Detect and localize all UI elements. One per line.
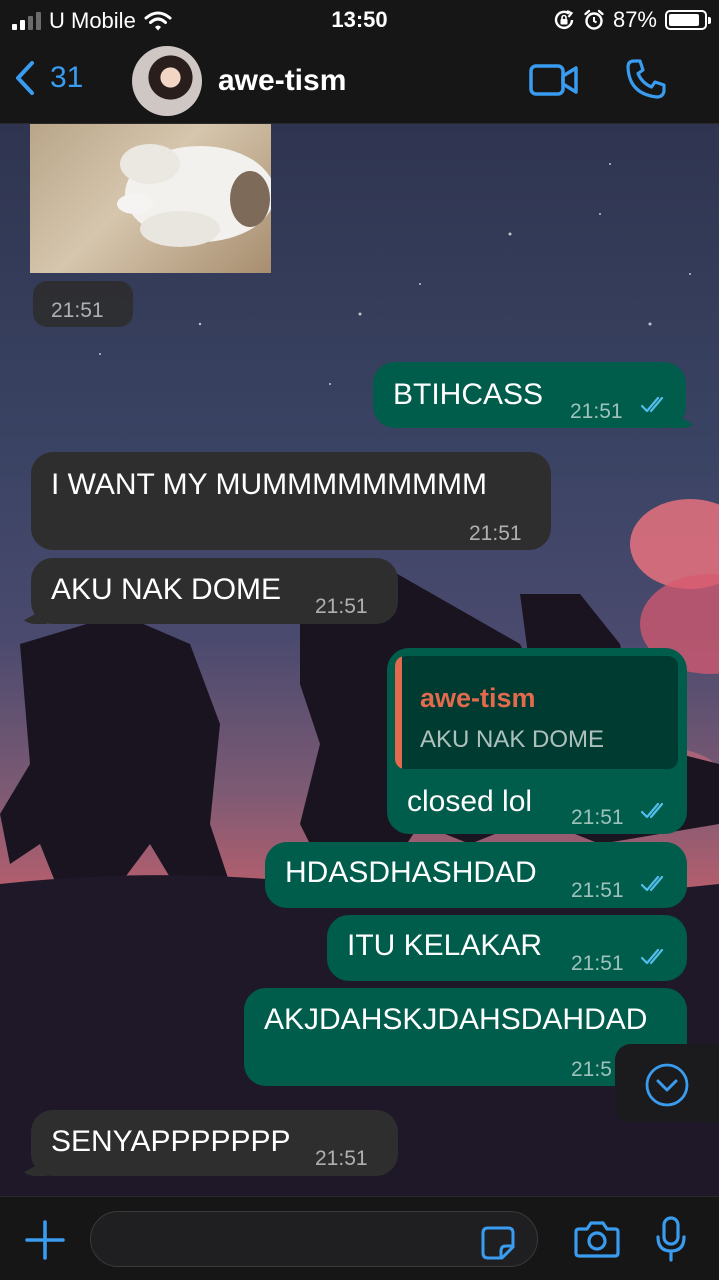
microphone-icon[interactable] (654, 1215, 688, 1263)
read-receipt-icon (640, 802, 664, 819)
message-bubble-outgoing[interactable]: BTIHCASS 21:51 (373, 362, 700, 428)
phone-icon[interactable] (625, 58, 667, 100)
sticker-icon[interactable] (480, 1225, 516, 1261)
message-text: HDASDHASHDAD (285, 856, 537, 889)
quote-author: awe-tism (420, 683, 536, 713)
image-message[interactable] (30, 124, 271, 273)
message-bubble-outgoing[interactable]: ITU KELAKAR 21:51 (327, 915, 687, 981)
rotation-lock-icon (554, 10, 574, 29)
image-timestamp-bubble: 21:51 (33, 281, 133, 327)
chevron-down-icon (645, 1063, 689, 1107)
message-bubble-incoming[interactable]: AKU NAK DOME 21:51 (17, 558, 398, 624)
quote-text: AKU NAK DOME (420, 726, 605, 753)
message-bubble-incoming[interactable]: I WANT MY MUMMMMMMMMM 21:51 (31, 452, 551, 550)
read-receipt-icon (640, 948, 664, 965)
unread-count: 31 (50, 61, 84, 94)
chat-title[interactable]: awe-tism (218, 64, 346, 98)
quoted-message[interactable]: awe-tism AKU NAK DOME (395, 656, 678, 769)
message-time: 21:51 (571, 806, 624, 829)
message-time: 21:51 (571, 879, 624, 902)
message-text: AKU NAK DOME (51, 573, 282, 606)
message-time: 21:5 (571, 1058, 612, 1081)
scroll-to-bottom-button[interactable] (615, 1044, 719, 1122)
message-time: 21:51 (315, 1147, 368, 1170)
status-bar: U Mobile 13:50 87% (0, 0, 719, 40)
message-time: 21:51 (570, 400, 623, 423)
quote-accent-bar (395, 656, 402, 769)
back-chevron-icon (16, 61, 34, 95)
message-bubble-reply[interactable]: awe-tism AKU NAK DOME closed lol 21:51 (387, 648, 687, 834)
avatar[interactable] (132, 46, 202, 116)
back-button[interactable]: 31 (14, 60, 83, 96)
read-receipt-icon (640, 875, 664, 892)
message-text: SENYAPPPPPPP (51, 1125, 291, 1158)
message-bubble-incoming[interactable]: SENYAPPPPPPP 21:51 (17, 1110, 398, 1176)
message-time: 21:51 (571, 952, 624, 975)
cat-photo (117, 144, 271, 247)
read-receipt-icon (640, 396, 664, 413)
message-time: 21:51 (51, 299, 104, 322)
camera-icon[interactable] (574, 1219, 620, 1259)
video-call-icon[interactable] (528, 62, 580, 98)
input-bar (0, 1196, 719, 1280)
plus-icon[interactable] (24, 1219, 66, 1261)
message-text: AKJDAHSKJDAHSDAHDAD (264, 1003, 648, 1036)
message-text: closed lol (407, 785, 533, 818)
alarm-icon (584, 9, 604, 30)
message-time: 21:51 (315, 595, 368, 618)
message-text: ITU KELAKAR (347, 929, 543, 962)
message-input[interactable] (90, 1211, 538, 1267)
message-text: BTIHCASS (393, 378, 544, 411)
battery-percent: 87% (612, 7, 657, 32)
message-bubble-outgoing[interactable]: HDASDHASHDAD 21:51 (265, 842, 687, 908)
status-right: 87% (553, 7, 711, 33)
moon-icon (301, 134, 392, 245)
message-time: 21:51 (469, 522, 522, 545)
chat-header: 31 awe-tism (0, 40, 719, 124)
message-text: I WANT MY MUMMMMMMMMM (51, 468, 488, 501)
battery-icon (665, 10, 711, 30)
